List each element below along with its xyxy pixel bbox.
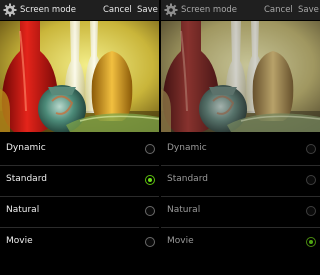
gear-icon (3, 3, 17, 17)
radio-natural[interactable] (306, 206, 316, 216)
title-bar: Screen mode Cancel Save (0, 0, 159, 20)
preview-image (161, 21, 320, 132)
page-title: Screen mode (20, 5, 77, 15)
option-label: Dynamic (167, 143, 207, 153)
option-label: Natural (167, 205, 201, 215)
radio-natural[interactable] (145, 206, 155, 216)
list-item-natural[interactable]: Natural (161, 197, 320, 228)
option-label: Movie (167, 236, 194, 246)
list-item-natural[interactable]: Natural (0, 197, 159, 228)
radio-dynamic[interactable] (145, 144, 155, 154)
radio-movie[interactable] (306, 237, 316, 247)
option-label: Movie (6, 236, 33, 246)
title-bar: Screen mode Cancel Save (161, 0, 320, 20)
option-label: Dynamic (6, 143, 46, 153)
list-item-movie[interactable]: Movie (161, 228, 320, 258)
list-item-dynamic[interactable]: Dynamic (161, 135, 320, 166)
radio-standard[interactable] (145, 175, 155, 185)
list-item-dynamic[interactable]: Dynamic (0, 135, 159, 166)
preview-image (0, 21, 159, 132)
list-item-standard[interactable]: Standard (161, 166, 320, 197)
option-label: Standard (6, 174, 47, 184)
list-item-movie[interactable]: Movie (0, 228, 159, 258)
screen-mode-panel-right: Screen mode Cancel Save Dynamic Standard (161, 0, 320, 275)
cancel-button[interactable]: Cancel (264, 5, 293, 15)
screen-mode-panel-left: Screen mode Cancel Save Dynamic Standard… (0, 0, 159, 275)
radio-movie[interactable] (145, 237, 155, 247)
mode-list: Dynamic Standard Natural Movie (0, 135, 159, 258)
save-button[interactable]: Save (298, 5, 319, 15)
option-label: Standard (167, 174, 208, 184)
save-button[interactable]: Save (137, 5, 158, 15)
option-label: Natural (6, 205, 40, 215)
gear-icon (164, 3, 178, 17)
page-title: Screen mode (181, 5, 238, 15)
radio-dynamic[interactable] (306, 144, 316, 154)
mode-list: Dynamic Standard Natural Movie (161, 135, 320, 258)
cancel-button[interactable]: Cancel (103, 5, 132, 15)
radio-standard[interactable] (306, 175, 316, 185)
list-item-standard[interactable]: Standard (0, 166, 159, 197)
